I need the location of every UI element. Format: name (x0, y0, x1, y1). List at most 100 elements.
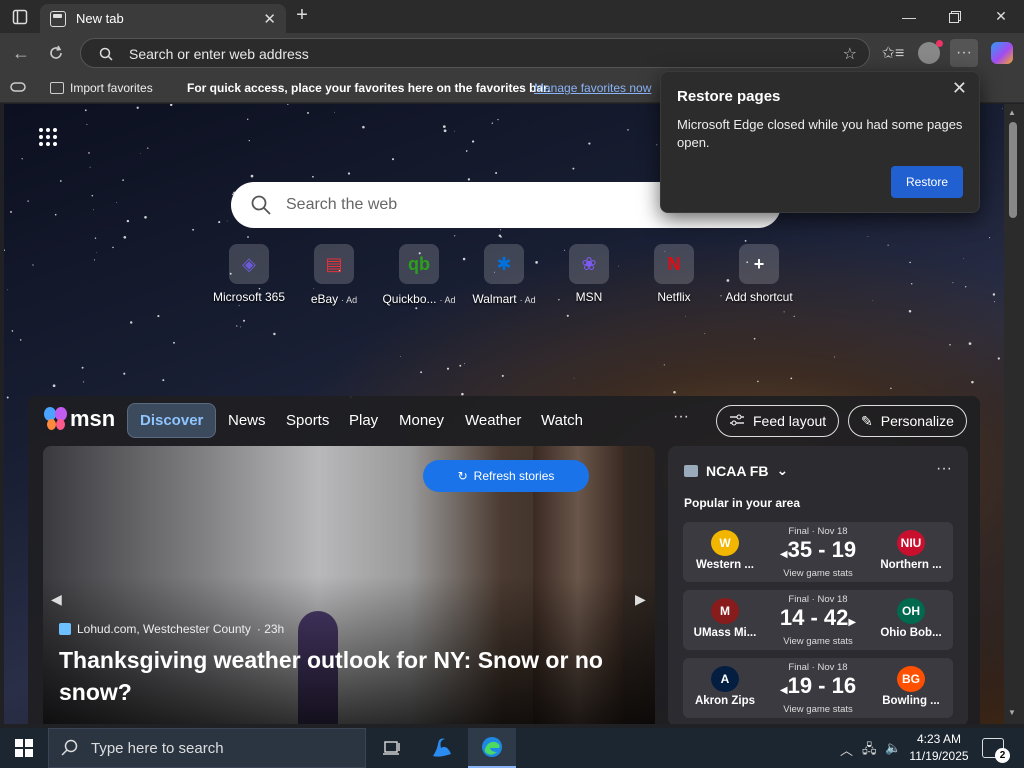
shortcut-walmart[interactable]: ✱ Walmart · Ad (459, 244, 549, 308)
personalize-label: Personalize (880, 413, 954, 429)
taskbar-search[interactable]: Type here to search (48, 728, 366, 768)
manage-favorites-link[interactable]: Manage favorites now (534, 81, 651, 95)
carousel-next-icon[interactable]: ▶ (635, 591, 646, 608)
restore-window-button[interactable] (932, 0, 978, 33)
task-view-icon (383, 741, 400, 755)
star-dot (147, 147, 149, 149)
star-dot (501, 374, 504, 377)
star-dot (867, 236, 869, 237)
close-window-button[interactable]: ✕ (978, 0, 1024, 33)
shortcut-label: Add shortcut (725, 290, 793, 304)
star-dot (93, 259, 96, 261)
restore-button[interactable]: Restore (891, 166, 963, 198)
shortcut-netflix[interactable]: N Netflix (629, 244, 719, 304)
team-name: UMass Mi... (693, 627, 757, 639)
tab-money[interactable]: Money (399, 412, 444, 429)
favorites-icon[interactable]: ✩≡ (879, 39, 907, 67)
league-selector[interactable]: NCAA FB ⌄ (684, 462, 788, 479)
page-scrollbar[interactable]: ▲ ▼ (1004, 104, 1024, 724)
star-dot (144, 215, 147, 219)
taskbar-app-edge[interactable] (468, 728, 516, 768)
shortcut-microsoft-365[interactable]: ◈ Microsoft 365 (204, 244, 294, 304)
scroll-thumb[interactable] (1009, 122, 1017, 218)
msn-logo[interactable]: msn (44, 406, 115, 432)
game-card[interactable]: A Akron Zips BG Bowling ... Final · Nov 18 ◀1… (683, 658, 953, 718)
search-icon (99, 47, 113, 66)
score-text: 35 - 19 (787, 537, 857, 562)
tab-discover[interactable]: Discover (127, 403, 217, 438)
start-button[interactable] (0, 728, 48, 768)
team-left: A Akron Zips (689, 666, 761, 707)
star-dot (572, 167, 575, 170)
game-score: ◀35 - 19 (767, 537, 869, 568)
address-bar[interactable]: Search or enter web address ☆ (80, 38, 870, 68)
network-icon[interactable]: 🖧 (862, 740, 877, 762)
tab-sports[interactable]: Sports (286, 412, 329, 429)
hero-headline[interactable]: Thanksgiving weather outlook for NY: Sno… (59, 644, 629, 708)
tab-weather[interactable]: Weather (465, 412, 521, 429)
import-favorites-button[interactable]: Import favorites (50, 81, 153, 95)
star-dot (400, 355, 401, 357)
search-icon (251, 195, 271, 220)
hero-age: · 23h (256, 622, 285, 636)
shortcut-add-shortcut[interactable]: + Add shortcut (714, 244, 804, 304)
star-dot (247, 236, 249, 238)
favorites-bar-icon[interactable] (10, 81, 26, 96)
tab-news[interactable]: News (228, 412, 266, 429)
task-view-button[interactable] (368, 728, 416, 768)
star-dot (86, 124, 88, 125)
star-dot (499, 229, 501, 231)
scroll-up-icon[interactable]: ▲ (1008, 108, 1016, 117)
star-dot (790, 377, 793, 380)
shortcut-ebay[interactable]: ▤ eBay · Ad (289, 244, 379, 308)
new-tab-button[interactable]: + (290, 4, 314, 28)
address-placeholder: Search or enter web address (129, 46, 309, 62)
sports-more-button[interactable]: ··· (936, 460, 952, 478)
volume-muted-icon[interactable]: 🔈 (885, 740, 901, 756)
star-dot (872, 299, 874, 301)
refresh-icon: ↻ (457, 469, 468, 483)
team-logo-icon: OH (897, 598, 925, 624)
refresh-button[interactable] (43, 40, 69, 66)
game-card[interactable]: M UMass Mi... OH Ohio Bob... Final · Nov 18 1… (683, 590, 953, 650)
settings-more-button[interactable]: ··· (950, 39, 978, 67)
game-card[interactable]: W Western ... NIU Northern ... Final · Nov 1… (683, 522, 953, 582)
shortcut-quickbo[interactable]: qb Quickbo... · Ad (374, 244, 464, 308)
notification-center-icon[interactable]: 2 (982, 738, 1010, 763)
tab-new-tab[interactable]: New tab ✕ (40, 4, 286, 33)
copilot-button[interactable] (988, 39, 1016, 67)
back-button[interactable]: ← (8, 40, 34, 66)
view-game-stats-link[interactable]: View game stats (767, 568, 869, 579)
feed-more-button[interactable]: ··· (673, 408, 689, 426)
star-dot (32, 264, 34, 266)
taskbar-app-swan[interactable] (418, 728, 466, 768)
feed-layout-button[interactable]: Feed layout (716, 405, 840, 437)
hero-story-card[interactable]: ◀ ▶ ↻ Refresh stories Lohud.com, Westche… (43, 446, 655, 724)
view-game-stats-link[interactable]: View game stats (767, 704, 869, 715)
notification-count: 2 (995, 748, 1010, 763)
shortcut-msn[interactable]: ❀ MSN (544, 244, 634, 304)
search-icon (61, 739, 78, 756)
scroll-down-icon[interactable]: ▼ (1008, 708, 1016, 717)
tab-close-icon[interactable]: ✕ (263, 10, 276, 28)
restore-close-icon[interactable]: ✕ (952, 78, 967, 99)
tab-play[interactable]: Play (349, 412, 378, 429)
title-bar: New tab ✕ + — ✕ (0, 0, 1024, 33)
view-game-stats-link[interactable]: View game stats (767, 636, 869, 647)
star-dot (994, 301, 995, 303)
star-dot (495, 172, 498, 174)
star-dot (238, 305, 240, 307)
team-logo-icon: M (711, 598, 739, 624)
show-hidden-icons[interactable]: ︿ (840, 740, 853, 759)
personalize-button[interactable]: ✎ Personalize (848, 405, 967, 437)
tab-watch[interactable]: Watch (541, 412, 583, 429)
profile-button[interactable] (915, 39, 943, 67)
star-dot (52, 384, 56, 388)
add-favorite-star-icon[interactable]: ☆ (843, 44, 857, 64)
minimize-button[interactable]: — (886, 0, 932, 33)
carousel-prev-icon[interactable]: ◀ (51, 591, 62, 608)
app-launcher-icon[interactable] (39, 128, 57, 146)
tab-actions-icon[interactable] (6, 5, 34, 29)
system-clock[interactable]: 4:23 AM 11/19/2025 (904, 731, 974, 765)
refresh-stories-button[interactable]: ↻ Refresh stories (423, 460, 589, 492)
